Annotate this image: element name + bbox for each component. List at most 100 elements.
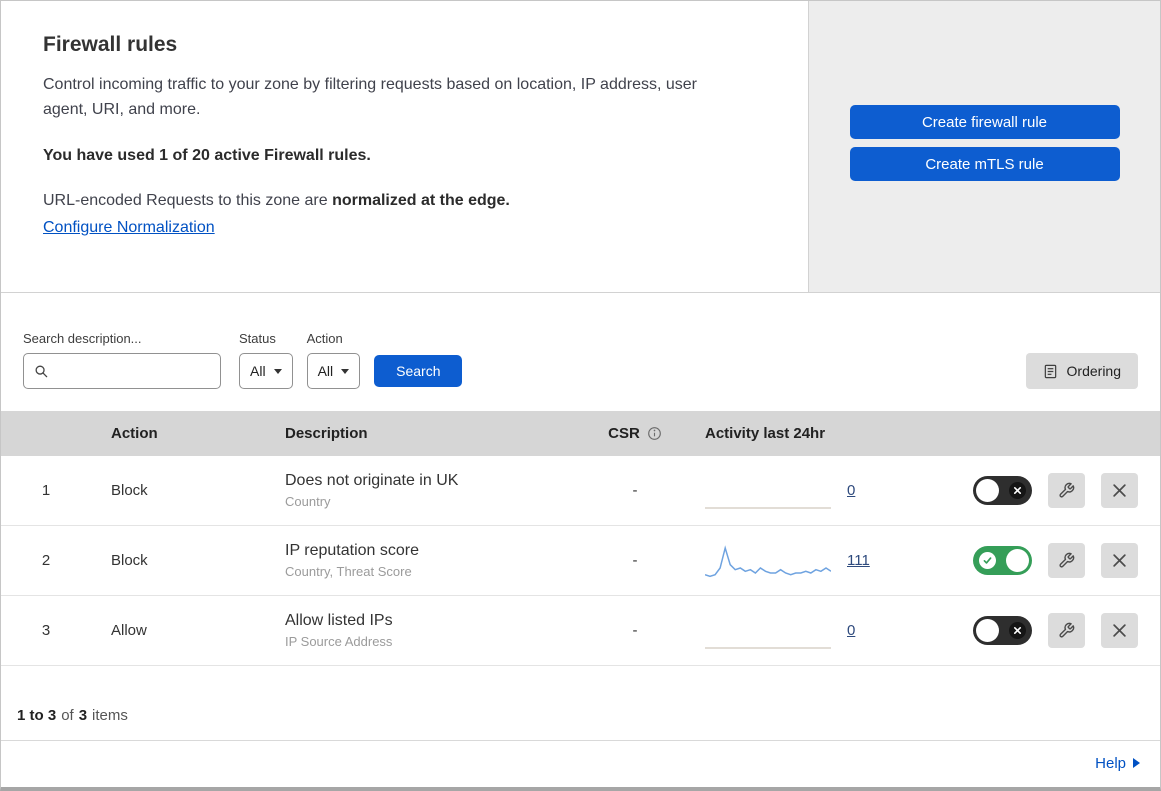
help-label: Help [1095, 754, 1126, 772]
intro-card: Firewall rules Control incoming traffic … [1, 1, 809, 293]
items-of-text: of [61, 707, 74, 724]
ordering-label: Ordering [1066, 363, 1121, 379]
status-filter-label: Status [239, 331, 276, 346]
rule-priority: 1 [41, 482, 51, 499]
search-icon [35, 365, 48, 377]
x-icon [1013, 486, 1022, 495]
close-icon [1113, 484, 1126, 497]
toggle-state-icon [979, 552, 996, 569]
normalization-text: URL-encoded Requests to this zone are [43, 191, 333, 209]
items-total: 3 [78, 707, 88, 724]
table-row: 3 Allow Allow listed IPs IP Source Addre… [1, 596, 1160, 666]
normalization-bold-text: normalized at the edge. [332, 191, 510, 209]
col-action: Action [111, 425, 158, 442]
rule-description-cell: Allow listed IPs IP Source Address [263, 612, 585, 649]
col-activity: Activity last 24hr [705, 425, 826, 442]
col-description: Description [285, 425, 368, 442]
delete-rule-button[interactable] [1101, 613, 1138, 648]
delete-rule-button[interactable] [1101, 473, 1138, 508]
rule-controls [943, 613, 1160, 648]
toggle-knob [976, 619, 999, 642]
col-csr-label: CSR [608, 425, 640, 442]
wrench-icon [1059, 552, 1075, 568]
status-filter-value: All [250, 363, 266, 379]
x-icon [1013, 626, 1022, 635]
rule-csr: - [632, 482, 638, 499]
rule-description: IP reputation score [285, 542, 420, 559]
search-input[interactable] [56, 363, 210, 379]
chevron-down-icon [341, 368, 350, 374]
activity-count-link[interactable]: 0 [847, 482, 855, 499]
normalization-note: URL-encoded Requests to this zone are no… [43, 192, 766, 210]
table-header: Action Description CSR Activity last 24h… [1, 411, 1160, 456]
status-filter-select[interactable]: All [239, 353, 293, 389]
info-icon[interactable] [647, 426, 662, 441]
ordering-icon [1044, 364, 1056, 378]
usage-summary: You have used 1 of 20 active Firewall ru… [43, 146, 371, 164]
table-row: 2 Block IP reputation score Country, Thr… [1, 526, 1160, 596]
search-button[interactable]: Search [374, 355, 463, 387]
configure-normalization-link[interactable]: Configure Normalization [43, 219, 215, 236]
rule-priority: 3 [41, 622, 51, 639]
ordering-button[interactable]: Ordering [1025, 353, 1138, 389]
rule-activity-cell: 0 [685, 470, 943, 512]
close-icon [1113, 554, 1126, 567]
rule-description: Does not originate in UK [285, 472, 459, 489]
create-firewall-rule-button[interactable]: Create firewall rule [849, 105, 1120, 139]
edit-rule-button[interactable] [1048, 613, 1085, 648]
rule-enabled-toggle[interactable] [973, 546, 1032, 575]
toggle-state-icon [1009, 482, 1026, 499]
chevron-down-icon [273, 368, 282, 374]
page-header-section: Firewall rules Control incoming traffic … [1, 1, 1160, 293]
items-summary: 1 to 3 of 3 items [1, 666, 1160, 740]
rule-priority: 2 [41, 552, 51, 569]
activity-sparkline [705, 506, 831, 509]
create-mtls-rule-button[interactable]: Create mTLS rule [849, 147, 1120, 181]
rule-activity-cell: 111 [685, 540, 943, 582]
rule-description-cell: Does not originate in UK Country [263, 472, 585, 509]
rule-description: Allow listed IPs [285, 612, 393, 629]
activity-sparkline [705, 544, 831, 577]
activity-count-link[interactable]: 0 [847, 622, 855, 639]
check-icon [983, 557, 992, 564]
rule-controls [943, 543, 1160, 578]
action-filter-select[interactable]: All [306, 353, 361, 389]
action-filter-value: All [317, 363, 334, 379]
status-filter-group: Status All [239, 331, 293, 389]
rule-action: Block [111, 552, 148, 569]
rule-action: Allow [111, 622, 147, 639]
action-filter-label: Action [306, 331, 343, 346]
action-filter-group: Action All [306, 331, 361, 389]
activity-sparkline [705, 646, 831, 649]
help-link[interactable]: Help [1095, 755, 1140, 772]
wrench-icon [1059, 482, 1075, 498]
page-title: Firewall rules [43, 33, 178, 56]
toggle-knob [976, 479, 999, 502]
rule-csr: - [632, 552, 638, 569]
search-group: Search description... [23, 331, 221, 389]
toggle-state-icon [1009, 622, 1026, 639]
filters-bar: Search description... Status All Action … [1, 293, 1160, 411]
firewall-rules-page: Firewall rules Control incoming traffic … [0, 0, 1161, 791]
page-description: Control incoming traffic to your zone by… [43, 76, 697, 118]
items-range: 1 to 3 [17, 707, 57, 724]
rule-controls [943, 473, 1160, 508]
toggle-knob [1006, 549, 1029, 572]
rule-criteria: Country [285, 494, 331, 509]
col-csr: CSR [585, 425, 685, 442]
rule-enabled-toggle[interactable] [973, 616, 1032, 645]
rule-description-cell: IP reputation score Country, Threat Scor… [263, 542, 585, 579]
activity-count-link[interactable]: 111 [847, 552, 870, 569]
rule-csr: - [632, 622, 638, 639]
delete-rule-button[interactable] [1101, 543, 1138, 578]
rule-criteria: Country, Threat Score [285, 564, 412, 579]
cta-panel: Create firewall rule Create mTLS rule [809, 1, 1160, 293]
edit-rule-button[interactable] [1048, 543, 1085, 578]
chevron-right-icon [1133, 758, 1140, 768]
close-icon [1113, 624, 1126, 637]
help-bar: Help [1, 740, 1160, 785]
wrench-icon [1059, 622, 1075, 638]
rule-activity-cell: 0 [685, 610, 943, 652]
edit-rule-button[interactable] [1048, 473, 1085, 508]
rule-enabled-toggle[interactable] [973, 476, 1032, 505]
